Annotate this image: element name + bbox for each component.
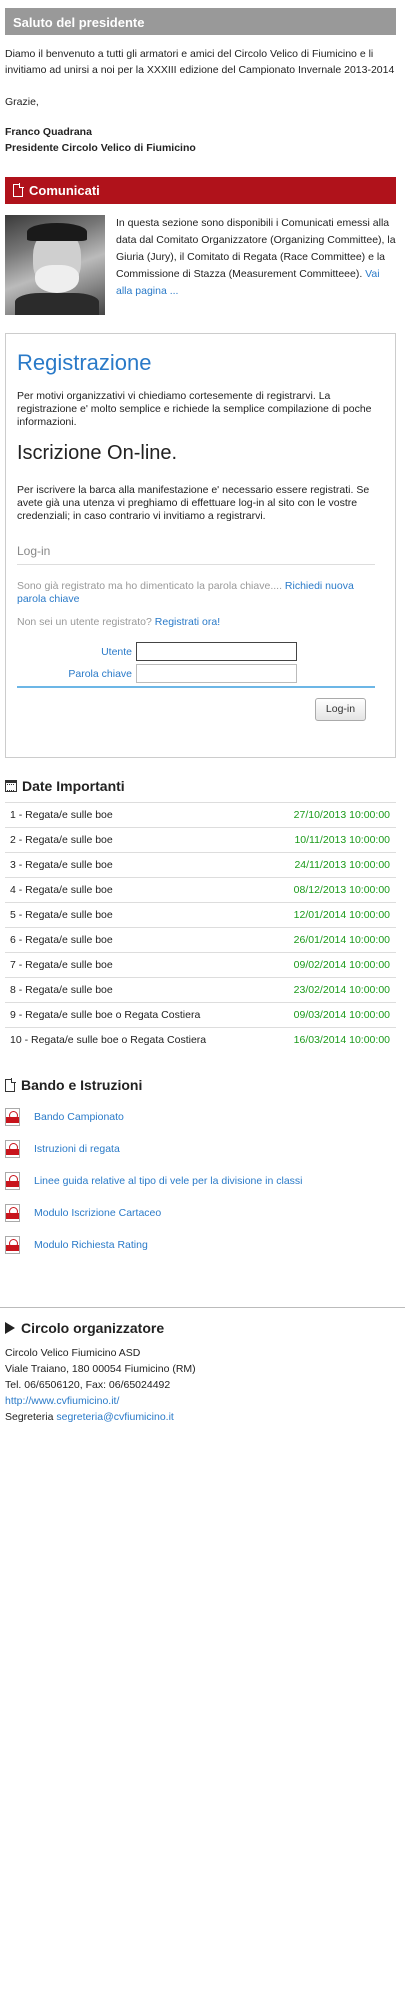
forgot-password-line: Sono già registrato ma ho dimenticato la… [17, 580, 385, 606]
user-label: Utente [101, 646, 132, 658]
date-row-date: 27/10/2013 10:00:00 [293, 809, 390, 821]
register-link[interactable]: Registrati ora! [155, 616, 220, 628]
pdf-list-item: Istruzioni di regata [5, 1140, 396, 1158]
president-photo [5, 215, 105, 315]
pdf-link[interactable]: Modulo Richiesta Rating [34, 1239, 148, 1251]
document-icon [5, 1077, 16, 1092]
date-row-label: 9 - Regata/e sulle boe o Regata Costiera [10, 1009, 201, 1021]
date-row-date: 09/03/2014 10:00:00 [293, 1009, 390, 1021]
signature-name: Franco Quadrana [5, 126, 92, 138]
date-row: 2 - Regata/e sulle boe 10/11/2013 10:00:0… [5, 827, 396, 852]
pdf-list-item: Bando Campionato [5, 1108, 396, 1126]
date-row-date: 16/03/2014 10:00:00 [293, 1034, 390, 1046]
signature-role: Presidente Circolo Velico di Fiumicino [5, 142, 196, 154]
date-row-label: 10 - Regata/e sulle boe o Regata Costier… [10, 1034, 207, 1046]
date-row-label: 7 - Regata/e sulle boe [10, 959, 113, 971]
online-registration-title: Iscrizione On-line. [17, 442, 178, 464]
circolo-header: Circolo organizzatore [5, 1320, 164, 1336]
date-row-label: 3 - Regata/e sulle boe [10, 859, 113, 871]
date-importanti-title: Date Importanti [22, 778, 125, 794]
circolo-email-line: Segreteria segreteria@cvfiumicino.it [5, 1409, 174, 1425]
saluto-text: Diamo il benvenuto a tutti gli armatori … [5, 48, 395, 76]
document-icon [13, 183, 24, 197]
date-row: 8 - Regata/e sulle boe 23/02/2014 10:00:0… [5, 977, 396, 1002]
calendar-icon [5, 780, 17, 792]
pdf-list-item: Modulo Iscrizione Cartaceo [5, 1204, 396, 1222]
password-input[interactable] [136, 664, 297, 683]
pdf-link[interactable]: Linee guida relative al tipo di vele per… [34, 1175, 303, 1187]
date-row: 3 - Regata/e sulle boe 24/11/2013 10:00:0… [5, 852, 396, 877]
login-button[interactable]: Log-in [315, 698, 366, 721]
play-icon [5, 1322, 15, 1334]
pdf-list-item: Linee guida relative al tipo di vele per… [5, 1172, 396, 1190]
date-row: 6 - Regata/e sulle boe 26/01/2014 10:00:0… [5, 927, 396, 952]
circolo-website-link[interactable]: http://www.cvfiumicino.it/ [5, 1393, 119, 1409]
saluto-header: Saluto del presidente [5, 8, 396, 35]
circolo-email-label: Segreteria [5, 1411, 57, 1423]
pdf-link[interactable]: Modulo Iscrizione Cartaceo [34, 1207, 161, 1219]
pdf-icon[interactable] [5, 1108, 20, 1126]
pdf-icon[interactable] [5, 1236, 20, 1254]
circolo-address: Viale Traiano, 180 00054 Fiumicino (RM) [5, 1363, 196, 1375]
pdf-link[interactable]: Bando Campionato [34, 1111, 124, 1123]
pdf-icon[interactable] [5, 1204, 20, 1222]
circolo-name: Circolo Velico Fiumicino ASD [5, 1347, 141, 1359]
date-row-label: 2 - Regata/e sulle boe [10, 834, 113, 846]
login-heading: Log-in [17, 544, 375, 565]
date-row-date: 12/01/2014 10:00:00 [293, 909, 390, 921]
date-row-date: 23/02/2014 10:00:00 [293, 984, 390, 996]
circolo-phone: Tel. 06/6506120, Fax: 06/65024492 [5, 1379, 171, 1391]
bando-title: Bando e Istruzioni [21, 1077, 143, 1093]
date-row-label: 5 - Regata/e sulle boe [10, 909, 113, 921]
date-row: 1 - Regata/e sulle boe 27/10/2013 10:00:0… [5, 802, 396, 827]
not-registered-text: Non sei un utente registrato? [17, 616, 155, 628]
date-row-date: 08/12/2013 10:00:00 [293, 884, 390, 896]
pdf-icon[interactable] [5, 1140, 20, 1158]
password-label: Parola chiave [68, 668, 132, 680]
date-row: 5 - Regata/e sulle boe 12/01/2014 10:00:0… [5, 902, 396, 927]
circolo-title: Circolo organizzatore [21, 1320, 165, 1336]
date-importanti-header: Date Importanti [5, 778, 125, 794]
date-row: 9 - Regata/e sulle boe o Regata Costiera… [5, 1002, 396, 1027]
date-row-date: 26/01/2014 10:00:00 [293, 934, 390, 946]
date-row: 10 - Regata/e sulle boe o Regata Costier… [5, 1027, 396, 1052]
bando-header: Bando e Istruzioni [5, 1077, 142, 1093]
comunicati-text: In questa sezione sono disponibili i Com… [116, 215, 396, 300]
date-row-date: 10/11/2013 10:00:00 [294, 834, 390, 846]
date-row-label: 6 - Regata/e sulle boe [10, 934, 113, 946]
registration-intro: Per motivi organizzativi vi chiediamo co… [17, 390, 372, 428]
circolo-email-link[interactable]: segreteria@cvfiumicino.it [56, 1411, 173, 1423]
saluto-title: Saluto del presidente [13, 15, 145, 30]
date-row-label: 8 - Regata/e sulle boe [10, 984, 113, 996]
comunicati-description: In questa sezione sono disponibili i Com… [116, 217, 396, 280]
date-row-label: 4 - Regata/e sulle boe [10, 884, 113, 896]
comunicati-title: Comunicati [29, 183, 100, 198]
saluto-grazie: Grazie, [5, 96, 39, 108]
pdf-icon[interactable] [5, 1172, 20, 1190]
registration-panel: Registrazione Per motivi organizzativi v… [5, 333, 396, 758]
comunicati-header[interactable]: Comunicati [5, 177, 396, 204]
form-divider [17, 686, 375, 688]
footer-divider [0, 1307, 405, 1308]
registration-title: Registrazione [17, 350, 152, 375]
date-row: 7 - Regata/e sulle boe 09/02/2014 10:00:0… [5, 952, 396, 977]
date-row: 4 - Regata/e sulle boe 08/12/2013 10:00:0… [5, 877, 396, 902]
online-registration-text: Per iscrivere la barca alla manifestazio… [17, 484, 370, 522]
forgot-password-text: Sono già registrato ma ho dimenticato la… [17, 580, 285, 592]
pdf-link[interactable]: Istruzioni di regata [34, 1143, 120, 1155]
user-input[interactable] [136, 642, 297, 661]
date-row-date: 09/02/2014 10:00:00 [293, 959, 390, 971]
date-row-label: 1 - Regata/e sulle boe [10, 809, 113, 821]
date-row-date: 24/11/2013 10:00:00 [294, 859, 390, 871]
not-registered-line: Non sei un utente registrato? Registrati… [17, 616, 385, 629]
pdf-list-item: Modulo Richiesta Rating [5, 1236, 396, 1254]
